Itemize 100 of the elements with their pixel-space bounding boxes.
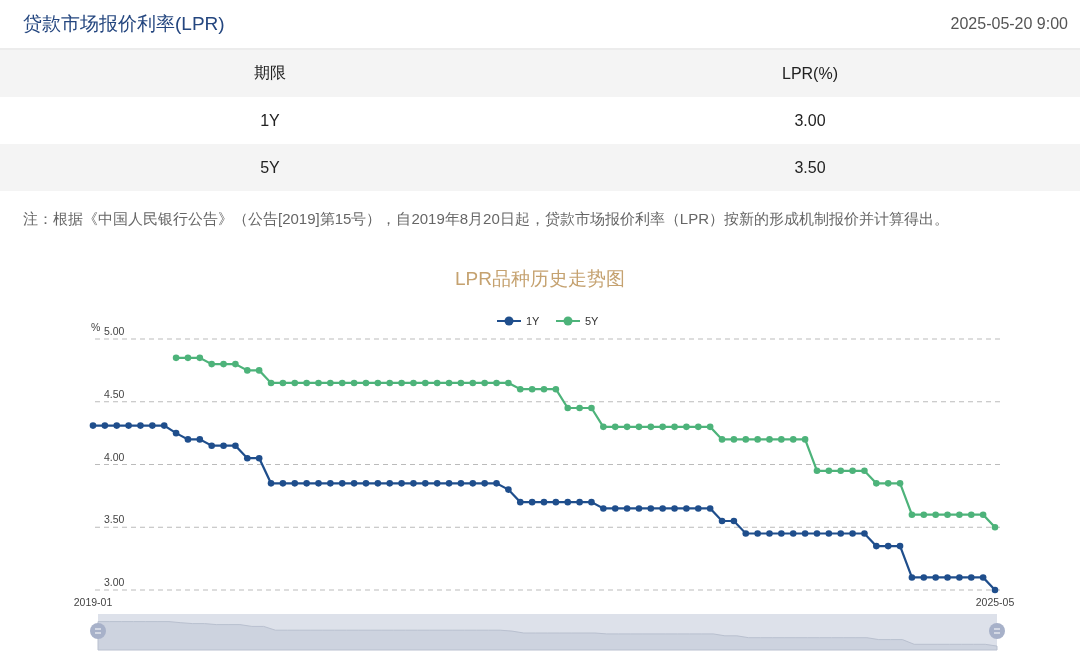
data-point[interactable] — [623, 505, 631, 512]
data-point[interactable] — [232, 442, 239, 449]
data-point[interactable] — [635, 505, 643, 512]
data-point[interactable] — [849, 530, 856, 537]
legend-label: 5Y — [585, 315, 599, 327]
data-point[interactable] — [410, 480, 417, 487]
column-header: 期限 — [254, 63, 286, 83]
data-point[interactable] — [303, 480, 310, 487]
data-point[interactable] — [398, 480, 405, 487]
data-point[interactable] — [279, 480, 287, 487]
data-point[interactable] — [540, 498, 548, 506]
data-point[interactable] — [113, 422, 121, 429]
data-point[interactable] — [516, 498, 524, 506]
data-point[interactable] — [908, 574, 916, 581]
data-point[interactable] — [125, 422, 132, 429]
data-point[interactable] — [813, 530, 821, 537]
page-title: 贷款市场报价利率(LPR) — [23, 12, 225, 36]
data-point[interactable] — [789, 530, 797, 537]
footnote: 注：根据《中国人民银行公告》（公告[2019]第15号），自2019年8月20日起，贷款市场报价利率（LPR）按新的形成机制报价并计算得出。 — [22, 209, 950, 229]
data-point[interactable] — [196, 436, 204, 443]
data-point[interactable] — [659, 505, 666, 512]
data-point[interactable] — [695, 505, 702, 512]
data-point[interactable] — [528, 498, 536, 506]
x-axis-label: 2019-01 — [73, 596, 113, 608]
data-point[interactable] — [718, 517, 726, 525]
data-point[interactable] — [884, 542, 892, 550]
table-cell: 5Y — [260, 158, 280, 177]
data-point[interactable] — [350, 480, 358, 487]
legend-marker-icon[interactable] — [496, 316, 522, 326]
data-point[interactable] — [967, 574, 975, 581]
data-point[interactable] — [588, 498, 595, 506]
data-point[interactable] — [338, 480, 346, 487]
data-point[interactable] — [244, 454, 251, 462]
slider-handle[interactable] — [989, 623, 1005, 639]
data-point[interactable] — [315, 480, 322, 487]
data-point[interactable] — [611, 505, 619, 512]
data-point[interactable] — [208, 442, 215, 449]
data-point[interactable] — [801, 530, 809, 537]
data-point[interactable] — [861, 530, 868, 537]
y-axis-label: 4.00 — [104, 450, 125, 463]
data-point[interactable] — [979, 574, 987, 581]
data-point[interactable] — [89, 422, 97, 429]
data-point[interactable] — [956, 574, 963, 581]
table-cell: 3.00 — [794, 111, 826, 130]
data-point[interactable] — [825, 530, 833, 537]
data-point[interactable] — [374, 480, 382, 487]
data-point[interactable] — [647, 505, 655, 512]
table-cell: 3.50 — [794, 158, 826, 177]
data-point[interactable] — [778, 530, 785, 537]
y-axis-label: 5.00 — [104, 325, 125, 337]
data-point[interactable] — [754, 530, 761, 537]
data-point[interactable] — [149, 422, 156, 429]
data-point[interactable] — [433, 480, 441, 487]
y-axis-label: 3.00 — [104, 576, 125, 588]
axis-unit-label: % — [91, 321, 101, 333]
data-point[interactable] — [445, 480, 453, 487]
y-axis-label: 3.50 — [104, 513, 125, 526]
data-point[interactable] — [493, 480, 500, 487]
data-point[interactable] — [576, 498, 583, 506]
data-point[interactable] — [386, 480, 393, 487]
data-point[interactable] — [101, 422, 109, 429]
column-header: LPR(%) — [782, 64, 838, 83]
data-point[interactable] — [457, 480, 465, 487]
data-point[interactable] — [920, 574, 928, 581]
data-point[interactable] — [255, 454, 263, 462]
data-point[interactable] — [327, 480, 334, 487]
x-axis-label: 2025-05 — [975, 596, 1015, 608]
data-point[interactable] — [730, 517, 738, 525]
data-point[interactable] — [837, 530, 844, 537]
data-point[interactable] — [160, 422, 168, 429]
data-point[interactable] — [137, 422, 144, 429]
data-point[interactable] — [683, 505, 690, 512]
legend-label: 1Y — [526, 315, 540, 327]
data-point[interactable] — [552, 498, 560, 506]
data-point[interactable] — [944, 574, 951, 581]
data-point[interactable] — [600, 505, 607, 512]
data-point[interactable] — [991, 586, 999, 594]
data-point[interactable] — [267, 480, 275, 487]
data-point[interactable] — [184, 436, 192, 443]
data-point[interactable] — [706, 505, 714, 512]
data-point[interactable] — [422, 480, 429, 487]
data-point[interactable] — [671, 505, 678, 512]
table-cell: 1Y — [260, 111, 280, 130]
slider-handle[interactable] — [90, 623, 106, 639]
data-point[interactable] — [742, 530, 750, 537]
data-point[interactable] — [896, 542, 904, 550]
timestamp: 2025-05-20 9:00 — [950, 15, 1068, 33]
data-point[interactable] — [564, 498, 572, 506]
data-point[interactable] — [220, 442, 227, 449]
data-point[interactable] — [873, 542, 880, 550]
chart-title: LPR品种历史走势图 — [455, 268, 625, 289]
data-point[interactable] — [362, 480, 370, 487]
data-point[interactable] — [172, 429, 180, 437]
data-point[interactable] — [505, 486, 512, 493]
legend-marker-icon[interactable] — [555, 316, 581, 326]
data-point[interactable] — [469, 480, 477, 487]
data-point[interactable] — [766, 530, 773, 537]
data-point[interactable] — [481, 480, 488, 487]
data-point[interactable] — [932, 574, 939, 581]
data-point[interactable] — [291, 480, 299, 487]
